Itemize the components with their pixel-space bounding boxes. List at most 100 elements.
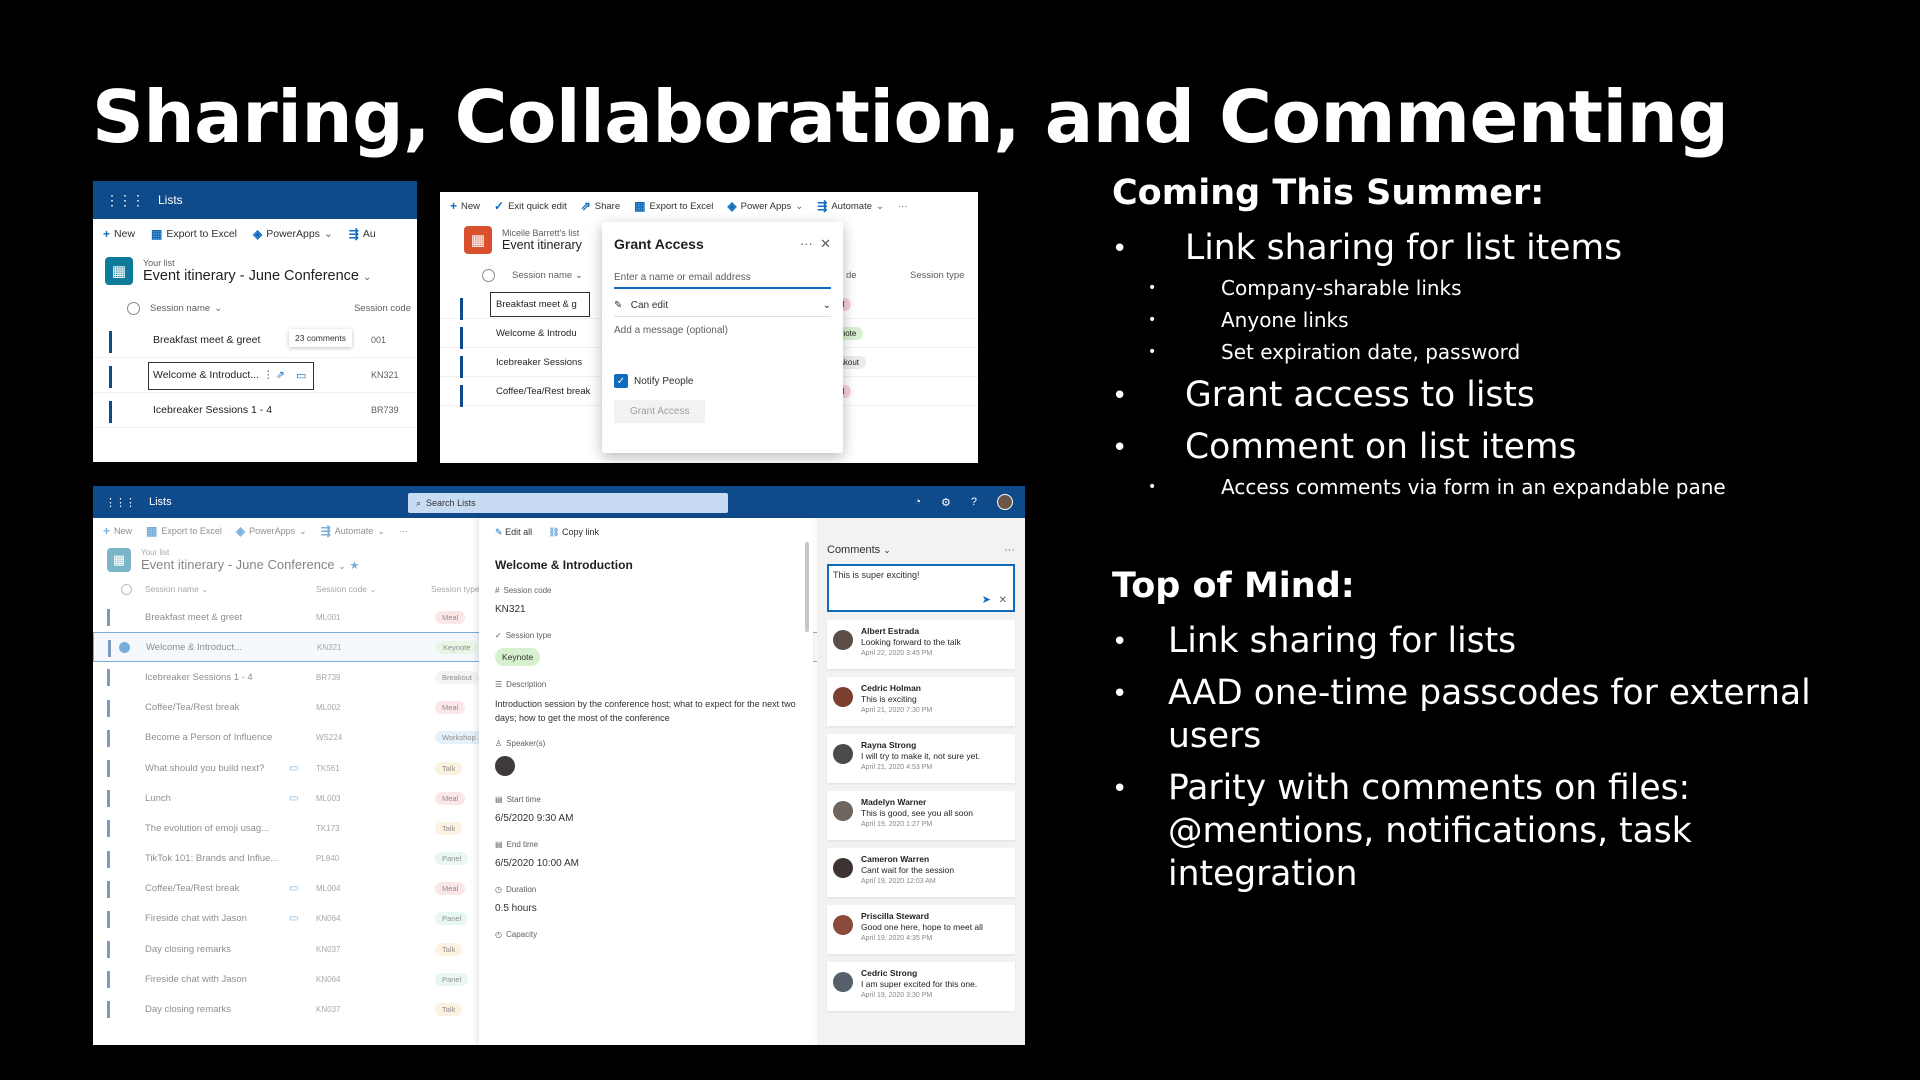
field-end-time[interactable]: ▤ End time 6/5/2020 10:00 AM [495, 840, 797, 871]
type-pill: Talk [435, 821, 463, 835]
avatar[interactable] [833, 915, 853, 935]
avatar[interactable] [833, 630, 853, 650]
comment-card[interactable]: Cedric Strong I am super excited for this… [827, 962, 1015, 1011]
col-session-name[interactable]: Session name ⌄ [512, 270, 583, 281]
row-indicator [108, 640, 111, 658]
new-button[interactable]: + New [103, 524, 132, 538]
comment-card[interactable]: Madelyn Warner This is good, see you all … [827, 791, 1015, 840]
copy-link-button[interactable]: ⛓ Copy link [548, 527, 599, 538]
comment-body: This is good, see you all soon [861, 808, 973, 818]
col-session-type[interactable]: Session type [910, 270, 964, 281]
type-pill: Meal [435, 791, 466, 805]
grant-access-button[interactable]: Grant Access [614, 400, 706, 423]
row-session-name: Breakfast meet & greet [153, 334, 261, 346]
comment-card[interactable]: Priscilla Steward Good one here, hope to … [827, 905, 1015, 954]
col-session-type[interactable]: Session type [431, 584, 480, 594]
avatar[interactable] [833, 801, 853, 821]
automate-button[interactable]: ⇶ Au [349, 227, 376, 241]
col-session-name[interactable]: Session name [150, 303, 210, 314]
export-excel-button[interactable]: ▦ Export to Excel [146, 524, 222, 538]
field-duration[interactable]: ◷ Duration 0.5 hours [495, 885, 797, 916]
close-icon[interactable]: ✕ [820, 236, 831, 251]
col-session-code[interactable]: Session code ⌄ [316, 584, 377, 595]
field-session-type[interactable]: ✓ Session type Keynote [495, 631, 797, 666]
app-launcher-icon[interactable]: ⋮⋮⋮ [105, 192, 145, 209]
select-all-checkbox[interactable] [127, 301, 140, 315]
comment-date: April 21, 2020 4:53 PM [861, 764, 933, 771]
row-session-code: ML002 [316, 703, 341, 713]
col-partial[interactable]: de [846, 270, 857, 281]
permission-dropdown[interactable]: ✎ Can edit ⌄ [614, 295, 831, 317]
select-all-checkbox[interactable] [121, 583, 132, 595]
comment-author: Cedric Strong [861, 968, 918, 978]
gear-icon[interactable]: ⚙ [941, 496, 951, 509]
chevron-down-icon: ⌄ [377, 525, 385, 536]
speaker-avatar[interactable] [495, 756, 515, 776]
export-excel-button[interactable]: ▦ Export to Excel [151, 227, 237, 241]
close-icon[interactable]: ✕ [999, 595, 1007, 606]
row-session-name: Breakfast meet & greet [145, 611, 243, 623]
list-row[interactable]: Breakfast meet & greet 23 comments 001 [93, 323, 417, 358]
more-icon[interactable]: ··· [1004, 544, 1015, 556]
scrollbar[interactable] [805, 542, 809, 632]
row-indicator [460, 298, 463, 320]
export-excel-button[interactable]: ▦ Export to Excel [634, 199, 713, 213]
more-options-icon[interactable]: ⋮ [263, 369, 274, 381]
exit-quick-edit-button[interactable]: ✓ Exit quick edit [494, 199, 567, 213]
col-session-name[interactable]: Session name ⌄ [145, 584, 208, 595]
send-icon[interactable]: ➤ [982, 593, 991, 606]
new-button[interactable]: + New [450, 199, 480, 213]
list-row[interactable]: Icebreaker Sessions 1 - 4 BR739 [93, 393, 417, 428]
field-description[interactable]: ☰ Description Introduction session by the… [495, 680, 797, 725]
comment-icon[interactable]: ▭ [289, 913, 298, 924]
comment-card[interactable]: Cedric Holman This is exciting April 21, 2… [827, 677, 1015, 726]
name-email-input[interactable]: Enter a name or email address [614, 272, 831, 289]
list-title[interactable]: Event itinerary - June Conference ⌄ ★ [141, 557, 359, 572]
row-session-name: The evolution of emoji usag... [145, 822, 270, 834]
powerapps-button[interactable]: ◈ PowerApps ⌄ [253, 227, 333, 241]
favorite-star-icon[interactable]: ★ [349, 560, 359, 572]
notify-people-checkbox[interactable]: ✓ Notify People [614, 374, 831, 388]
help-icon[interactable]: ? [971, 496, 977, 508]
more-icon[interactable]: ··· [399, 526, 408, 536]
field-start-time[interactable]: ▤ Start time 6/5/2020 9:30 AM [495, 795, 797, 826]
select-all-checkbox[interactable] [482, 268, 495, 282]
edit-all-button[interactable]: ✎ Edit all [495, 527, 532, 538]
avatar[interactable] [833, 744, 853, 764]
app-launcher-icon[interactable]: ⋮⋮⋮ [105, 496, 136, 509]
list-title[interactable]: Event itinerary - June Conference ⌄ [143, 268, 371, 284]
comment-icon[interactable]: ▭ [289, 883, 298, 894]
avatar[interactable] [833, 858, 853, 878]
message-input[interactable]: Add a message (optional) [614, 325, 831, 336]
comment-card[interactable]: Rayna Strong I will try to make it, not s… [827, 734, 1015, 783]
new-button[interactable]: + New [103, 227, 135, 241]
avatar[interactable] [833, 687, 853, 707]
automate-button[interactable]: ⇶ Automate ⌄ [321, 524, 385, 538]
bullet-link-sharing-items: Link sharing for list items [1185, 228, 1623, 268]
row-checkbox[interactable] [119, 641, 130, 653]
comment-input[interactable]: This is super exciting! ➤ ✕ [827, 564, 1015, 612]
comment-card[interactable]: Albert Estrada Looking forward to the tal… [827, 620, 1015, 669]
powerapps-button[interactable]: ◈ PowerApps ⌄ [236, 524, 307, 538]
command-bar: + New ▦ Export to Excel ◈ PowerApps ⌄ ⇶ Au [93, 219, 417, 249]
more-icon[interactable]: ··· [898, 201, 908, 212]
search-box[interactable]: ⌕ Search Lists [408, 493, 728, 513]
comment-icon[interactable]: ▭ [289, 763, 298, 774]
avatar[interactable] [997, 494, 1013, 510]
field-speakers[interactable]: ♙ Speaker(s) [495, 739, 797, 781]
field-capacity[interactable]: ◴ Capacity [495, 930, 797, 939]
comment-icon[interactable]: ▭ [296, 369, 306, 382]
share-button[interactable]: ⇗ Share [581, 199, 620, 213]
comment-card[interactable]: Cameron Warren Cant wait for the session A… [827, 848, 1015, 897]
powerapps-button[interactable]: ◈ Power Apps ⌄ [727, 199, 803, 213]
automate-button[interactable]: ⇶ Automate ⌄ [817, 199, 884, 213]
comment-icon[interactable]: ▭ [289, 793, 298, 804]
col-session-code[interactable]: Session code [354, 303, 411, 314]
field-session-code[interactable]: # Session code KN321 [495, 586, 797, 617]
avatar[interactable] [833, 972, 853, 992]
share-icon[interactable]: ⇗ [276, 369, 285, 381]
bell-icon[interactable]: ◔ [914, 496, 921, 508]
list-row-selected[interactable]: Welcome & Introduct... ⋮ ⇗ ▭ KN321 [93, 358, 417, 393]
more-icon[interactable]: ··· [800, 236, 813, 251]
comments-header[interactable]: Comments ⌄ [827, 544, 891, 556]
